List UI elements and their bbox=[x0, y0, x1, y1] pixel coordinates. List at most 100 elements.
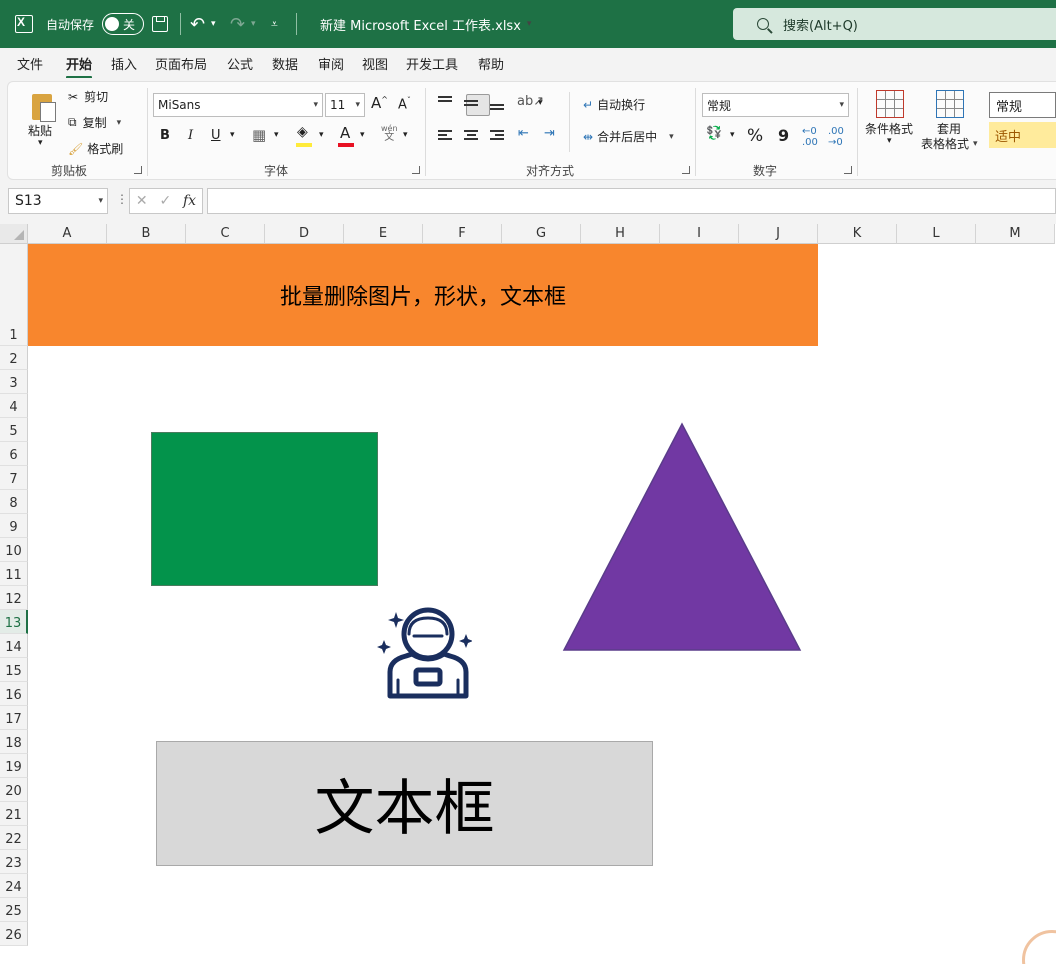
currency-icon[interactable]: 💱 bbox=[706, 126, 722, 141]
currency-dropdown-icon[interactable]: ▾ bbox=[730, 130, 735, 140]
row-header[interactable]: 4 bbox=[0, 394, 28, 418]
underline-dropdown-icon[interactable]: ▾ bbox=[230, 130, 235, 140]
column-header[interactable]: B bbox=[107, 224, 186, 244]
row-header[interactable]: 7 bbox=[0, 466, 28, 490]
bold-button[interactable]: B bbox=[160, 128, 170, 143]
formula-input[interactable] bbox=[207, 188, 1056, 214]
row-header[interactable]: 15 bbox=[0, 658, 28, 682]
format-as-table-icon[interactable] bbox=[936, 90, 964, 118]
column-header[interactable]: C bbox=[186, 224, 265, 244]
number-format-select[interactable]: 常规 ▾ bbox=[702, 93, 849, 117]
font-size-select[interactable]: 11 ▾ bbox=[325, 93, 365, 117]
column-header[interactable]: G bbox=[502, 224, 581, 244]
tab-data[interactable]: 数据 bbox=[272, 54, 298, 73]
font-color-dropdown-icon[interactable]: ▾ bbox=[360, 130, 365, 140]
decrease-indent-icon[interactable]: ⇤ bbox=[518, 126, 529, 141]
conditional-formatting-icon[interactable] bbox=[876, 90, 904, 118]
row-header[interactable]: 23 bbox=[0, 850, 28, 874]
row-header[interactable]: 12 bbox=[0, 586, 28, 610]
orientation-dropdown-icon[interactable]: ▾ bbox=[538, 98, 543, 108]
undo-dropdown-icon[interactable]: ▾ bbox=[211, 0, 216, 48]
align-right-icon[interactable] bbox=[490, 130, 504, 142]
row-header[interactable]: 6 bbox=[0, 442, 28, 466]
row-header[interactable]: 26 bbox=[0, 922, 28, 946]
column-header[interactable]: A bbox=[28, 224, 107, 244]
increase-decimal-icon[interactable]: ←0.00 bbox=[802, 126, 818, 148]
conditional-formatting-button[interactable]: 条件格式 bbox=[865, 120, 913, 137]
border-icon[interactable]: ▦ bbox=[252, 126, 266, 144]
row-header[interactable]: 2 bbox=[0, 346, 28, 370]
shrink-font-button[interactable]: Aˇ bbox=[398, 96, 411, 112]
row-header[interactable]: 24 bbox=[0, 874, 28, 898]
tab-file[interactable]: 文件 bbox=[17, 54, 43, 73]
row-header[interactable]: 19 bbox=[0, 754, 28, 778]
tab-home[interactable]: 开始 bbox=[66, 54, 93, 79]
middle-align-icon[interactable] bbox=[464, 100, 478, 112]
green-rectangle-shape[interactable] bbox=[151, 432, 378, 586]
paste-icon[interactable] bbox=[28, 90, 58, 124]
bottom-align-icon[interactable] bbox=[490, 104, 504, 116]
worksheet-grid[interactable]: ABCDEFGHIJKLM 1 2 3 4 5 6 7 8 9 10 11 12 13 14 15 16 17 1… bbox=[0, 224, 1056, 964]
phonetic-dropdown-icon[interactable]: ▾ bbox=[403, 130, 408, 140]
tab-insert[interactable]: 插入 bbox=[111, 54, 137, 73]
align-center-icon[interactable] bbox=[464, 130, 478, 142]
phonetic-guide-icon[interactable]: wén 文 bbox=[381, 124, 398, 143]
paste-dropdown-icon[interactable]: ▾ bbox=[38, 138, 43, 148]
conditional-dropdown-icon[interactable]: ▾ bbox=[887, 136, 892, 146]
column-header[interactable]: H bbox=[581, 224, 660, 244]
column-header[interactable]: M bbox=[976, 224, 1055, 244]
fill-color-icon[interactable]: ◈ bbox=[297, 124, 308, 140]
name-box[interactable]: S13 ▾ bbox=[8, 188, 108, 214]
search-box[interactable]: 搜索(Alt+Q) bbox=[733, 8, 1056, 40]
border-dropdown-icon[interactable]: ▾ bbox=[274, 130, 279, 140]
insert-function-button[interactable]: fx bbox=[183, 193, 196, 209]
cell-style-normal[interactable]: 常规 bbox=[989, 92, 1056, 118]
cut-button[interactable]: ✂ 剪切 bbox=[68, 88, 108, 105]
italic-button[interactable]: I bbox=[188, 128, 193, 143]
customize-toolbar-icon[interactable]: ⩡ bbox=[271, 0, 278, 48]
row-header[interactable]: 1 bbox=[0, 244, 28, 346]
row-header[interactable]: 10 bbox=[0, 538, 28, 562]
top-align-icon[interactable] bbox=[438, 96, 452, 108]
column-header[interactable]: E bbox=[344, 224, 423, 244]
tab-formulas[interactable]: 公式 bbox=[227, 54, 253, 73]
format-painter-button[interactable]: 🖌 格式刷 bbox=[68, 140, 123, 157]
row-header[interactable]: 14 bbox=[0, 634, 28, 658]
save-icon[interactable] bbox=[152, 0, 170, 48]
align-left-icon[interactable] bbox=[438, 130, 452, 142]
row-header[interactable]: 13 bbox=[0, 610, 28, 634]
tab-review[interactable]: 审阅 bbox=[318, 54, 344, 73]
row-header[interactable]: 16 bbox=[0, 682, 28, 706]
tab-view[interactable]: 视图 bbox=[362, 54, 388, 73]
purple-triangle-shape[interactable] bbox=[562, 422, 802, 652]
confirm-icon[interactable]: ✓ bbox=[159, 193, 171, 209]
redo-icon[interactable]: ↷ bbox=[230, 0, 245, 48]
percent-button[interactable]: % bbox=[747, 126, 763, 146]
row-header[interactable]: 18 bbox=[0, 730, 28, 754]
document-title[interactable]: 新建 Microsoft Excel 工作表.xlsx ▾ bbox=[320, 0, 531, 48]
formula-bar-grip-icon[interactable]: ⋮ bbox=[116, 192, 128, 206]
row-header[interactable]: 25 bbox=[0, 898, 28, 922]
decrease-decimal-icon[interactable]: .00 →0 bbox=[828, 126, 844, 148]
wrap-text-button[interactable]: ↵ 自动换行 bbox=[583, 96, 645, 113]
column-header[interactable]: I bbox=[660, 224, 739, 244]
row-header[interactable]: 5 bbox=[0, 418, 28, 442]
astronaut-icon[interactable] bbox=[376, 604, 472, 702]
title-banner[interactable]: 批量删除图片，形状，文本框 bbox=[28, 244, 818, 346]
alignment-launcher-icon[interactable] bbox=[682, 166, 690, 174]
number-launcher-icon[interactable] bbox=[844, 166, 852, 174]
row-header[interactable]: 9 bbox=[0, 514, 28, 538]
row-header[interactable]: 17 bbox=[0, 706, 28, 730]
column-header[interactable]: J bbox=[739, 224, 818, 244]
text-box-shape[interactable]: 文本框 bbox=[156, 741, 653, 866]
font-color-icon[interactable]: A bbox=[340, 124, 350, 142]
font-name-select[interactable]: MiSans ▾ bbox=[153, 93, 323, 117]
comma-button[interactable]: 9 bbox=[778, 126, 789, 145]
column-header[interactable]: L bbox=[897, 224, 976, 244]
paste-button[interactable]: 粘贴 bbox=[28, 122, 52, 139]
tab-help[interactable]: 帮助 bbox=[478, 54, 504, 73]
autosave-toggle[interactable]: 关 bbox=[102, 13, 144, 35]
underline-button[interactable]: U bbox=[211, 128, 221, 143]
row-header[interactable]: 8 bbox=[0, 490, 28, 514]
row-header[interactable]: 21 bbox=[0, 802, 28, 826]
